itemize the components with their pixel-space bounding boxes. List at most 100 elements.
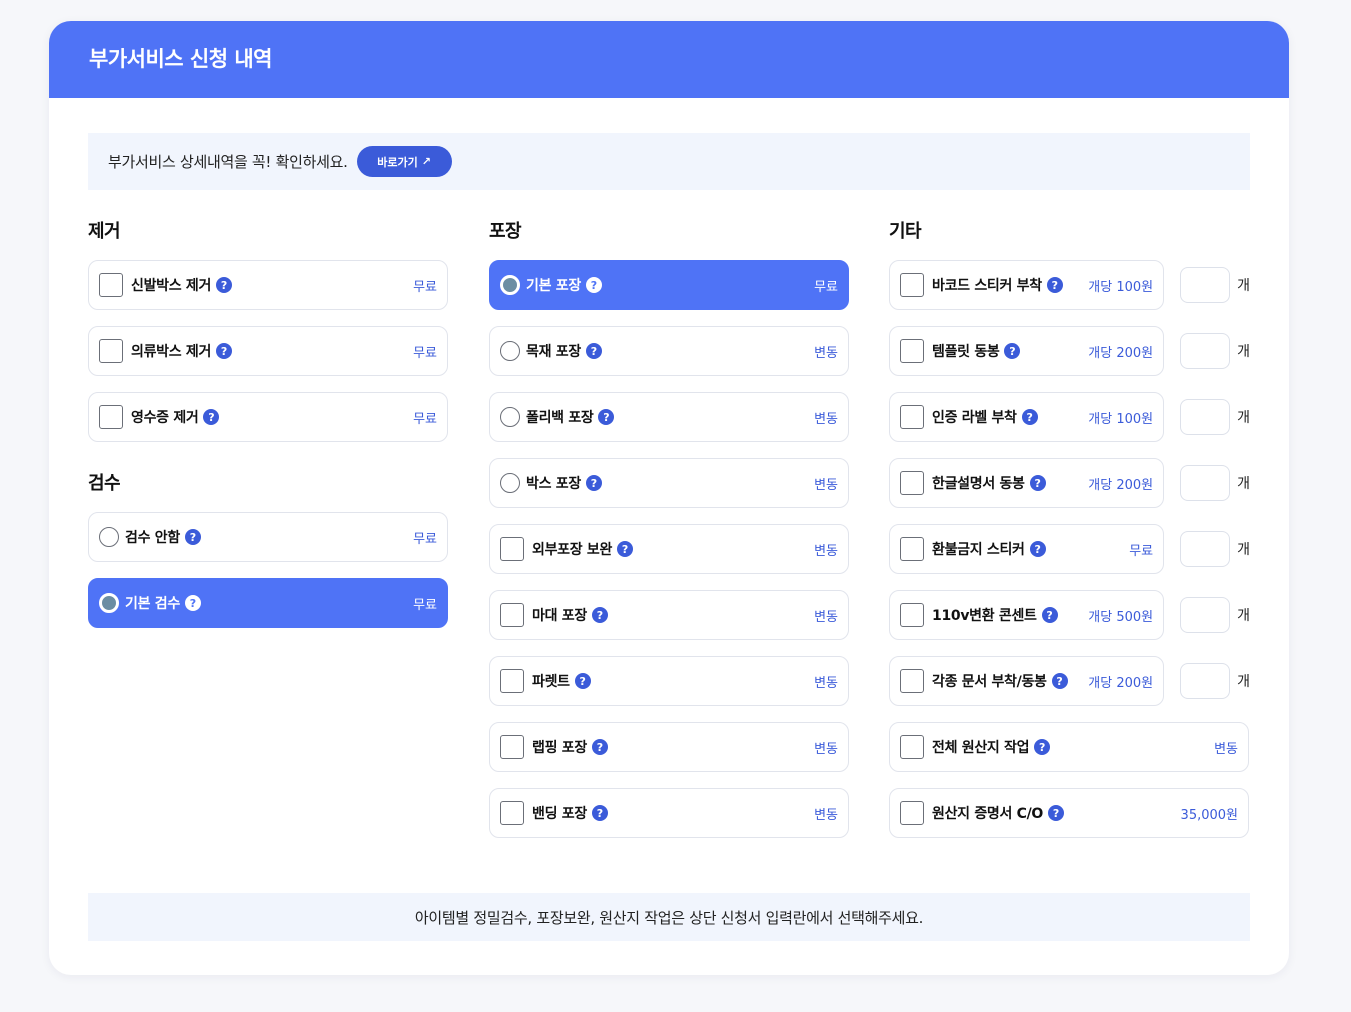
quantity-input[interactable] (1180, 333, 1231, 369)
option-price: 개당 200원 (1088, 675, 1154, 691)
help-icon[interactable]: ? (591, 805, 608, 821)
quantity-input[interactable] (1180, 531, 1231, 567)
help-icon[interactable]: ? (1034, 739, 1051, 755)
option-label: 박스 포장 (526, 476, 581, 492)
option-korean-manual[interactable]: 한글설명서 동봉 ? 개당 200원 (889, 458, 1165, 508)
help-icon[interactable]: ? (1046, 277, 1063, 293)
checkbox[interactable] (900, 471, 924, 495)
help-icon[interactable]: ? (1021, 409, 1038, 425)
option-pallet[interactable]: 파렛트 ? 변동 (489, 656, 849, 706)
checkbox[interactable] (99, 339, 123, 363)
radio-button[interactable] (500, 473, 520, 493)
option-label: 환불금지 스티커 (932, 542, 1025, 558)
help-icon[interactable]: ? (1004, 343, 1021, 359)
radio-button[interactable] (500, 341, 520, 361)
option-cert-label[interactable]: 인증 라벨 부착 ? 개당 100원 (889, 392, 1165, 442)
checkbox[interactable] (900, 405, 924, 429)
option-template-enclose[interactable]: 템플릿 동봉 ? 개당 200원 (889, 326, 1165, 376)
option-label: 외부포장 보완 (532, 542, 613, 558)
help-icon[interactable]: ? (184, 529, 201, 545)
option-documents-attach[interactable]: 각종 문서 부착/동봉 ? 개당 200원 (889, 656, 1165, 706)
arrow-up-right-icon: ↗ (421, 155, 431, 168)
option-certificate-of-origin[interactable]: 원산지 증명서 C/O ? 35,000원 (889, 788, 1249, 838)
help-icon[interactable]: ? (203, 409, 220, 425)
checkbox[interactable] (900, 339, 924, 363)
checkbox[interactable] (900, 537, 924, 561)
option-price: 무료 (413, 279, 437, 295)
help-icon[interactable]: ? (184, 595, 201, 611)
additional-services-card: 부가서비스 신청 내역 부가서비스 상세내역을 꼭! 확인하세요. 바로가기 ↗… (49, 21, 1289, 975)
column-packaging: 포장 기본 포장 ? 무료 목재 포장 ? 변동 폴리백 포장 ? 변동 박스 … (489, 220, 849, 854)
help-icon[interactable]: ? (617, 541, 634, 557)
checkbox[interactable] (99, 273, 123, 297)
checkbox[interactable] (500, 669, 524, 693)
help-icon[interactable]: ? (591, 739, 608, 755)
radio-button-selected[interactable] (99, 593, 119, 613)
quantity-input[interactable] (1180, 399, 1231, 435)
help-icon[interactable]: ? (1051, 673, 1068, 689)
option-barcode-sticker[interactable]: 바코드 스티커 부착 ? 개당 100원 (889, 260, 1165, 310)
checkbox[interactable] (900, 735, 924, 759)
option-banding-packaging[interactable]: 밴딩 포장 ? 변동 (489, 788, 849, 838)
help-icon[interactable]: ? (598, 409, 615, 425)
help-icon[interactable]: ? (216, 343, 233, 359)
unit-label: 개 (1237, 674, 1250, 690)
radio-button-selected[interactable] (500, 275, 520, 295)
checkbox[interactable] (99, 405, 123, 429)
radio-button[interactable] (99, 527, 119, 547)
option-label: 템플릿 동봉 (932, 344, 1000, 360)
help-icon[interactable]: ? (591, 607, 608, 623)
option-label: 밴딩 포장 (532, 806, 587, 822)
help-icon[interactable]: ? (1029, 541, 1046, 557)
quantity-input[interactable] (1180, 465, 1231, 501)
list-item: 인증 라벨 부착 ? 개당 100원 개 (889, 392, 1250, 442)
quantity-input[interactable] (1180, 597, 1231, 633)
option-price: 개당 100원 (1088, 411, 1154, 427)
list-item: 한글설명서 동봉 ? 개당 200원 개 (889, 458, 1250, 508)
option-shoebox-removal[interactable]: 신발박스 제거 ? 무료 (88, 260, 448, 310)
go-to-details-button[interactable]: 바로가기 ↗ (356, 146, 452, 177)
unit-label: 개 (1237, 542, 1250, 558)
help-icon[interactable]: ? (585, 475, 602, 491)
option-receipt-removal[interactable]: 영수증 제거 ? 무료 (88, 392, 448, 442)
option-wood-packaging[interactable]: 목재 포장 ? 변동 (489, 326, 849, 376)
column-etc: 기타 바코드 스티커 부착 ? 개당 100원 개 템플릿 동봉 ? 개당 20… (889, 220, 1250, 854)
help-icon[interactable]: ? (216, 277, 233, 293)
option-box-packaging[interactable]: 박스 포장 ? 변동 (489, 458, 849, 508)
help-icon[interactable]: ? (1048, 805, 1065, 821)
checkbox[interactable] (500, 603, 524, 627)
quantity-input[interactable] (1180, 663, 1231, 699)
checkbox[interactable] (500, 735, 524, 759)
option-label: 검수 안함 (125, 530, 180, 546)
checkbox[interactable] (500, 537, 524, 561)
column-removal-inspection: 제거 신발박스 제거 ? 무료 의류박스 제거 ? 무료 영수증 제거 ? 무료… (88, 220, 448, 644)
option-basic-packaging[interactable]: 기본 포장 ? 무료 (489, 260, 849, 310)
option-no-inspection[interactable]: 검수 안함 ? 무료 (88, 512, 448, 562)
option-wrapping-packaging[interactable]: 랩핑 포장 ? 변동 (489, 722, 849, 772)
checkbox[interactable] (900, 669, 924, 693)
help-icon[interactable]: ? (1041, 607, 1058, 623)
option-label: 전체 원산지 작업 (932, 740, 1030, 756)
option-basic-inspection[interactable]: 기본 검수 ? 무료 (88, 578, 448, 628)
help-icon[interactable]: ? (1029, 475, 1046, 491)
help-icon[interactable]: ? (585, 277, 602, 293)
radio-button[interactable] (500, 407, 520, 427)
option-price: 변동 (814, 543, 838, 559)
option-full-origin-work[interactable]: 전체 원산지 작업 ? 변동 (889, 722, 1249, 772)
checkbox[interactable] (900, 603, 924, 627)
option-sack-packaging[interactable]: 마대 포장 ? 변동 (489, 590, 849, 640)
option-110v-adapter[interactable]: 110v변환 콘센트 ? 개당 500원 (889, 590, 1165, 640)
section-title-etc: 기타 (889, 221, 922, 242)
help-icon[interactable]: ? (574, 673, 591, 689)
checkbox[interactable] (900, 273, 924, 297)
checkbox[interactable] (900, 801, 924, 825)
option-label: 각종 문서 부착/동봉 (932, 674, 1047, 690)
help-icon[interactable]: ? (585, 343, 602, 359)
option-polybag-packaging[interactable]: 폴리백 포장 ? 변동 (489, 392, 849, 442)
checkbox[interactable] (500, 801, 524, 825)
option-no-refund-sticker[interactable]: 환불금지 스티커 ? 무료 (889, 524, 1165, 574)
option-clothingbox-removal[interactable]: 의류박스 제거 ? 무료 (88, 326, 448, 376)
option-outer-packaging-reinforce[interactable]: 외부포장 보완 ? 변동 (489, 524, 849, 574)
option-price: 개당 200원 (1088, 345, 1154, 361)
quantity-input[interactable] (1180, 267, 1231, 303)
